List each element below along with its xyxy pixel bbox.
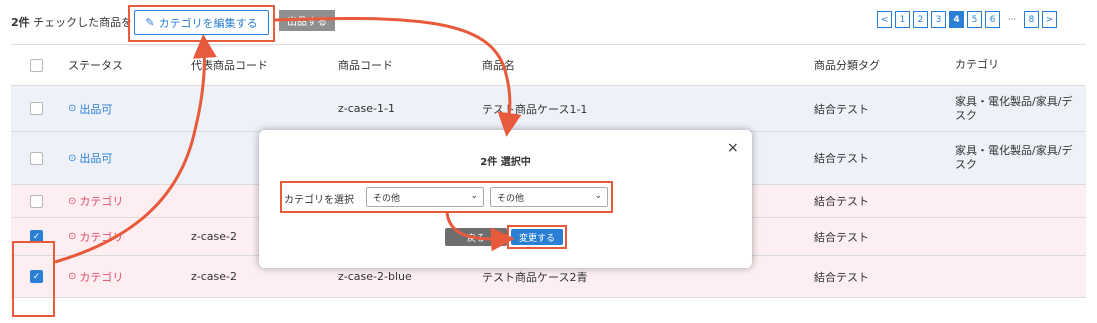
tag-cell: 結合テスト (814, 102, 869, 116)
tag-cell: 結合テスト (814, 230, 869, 244)
table-row: ⊙ 出品可 z-case-1-1 テスト商品ケース1-1 結合テスト 家具・電化製… (11, 86, 1086, 132)
tag-cell: 結合テスト (814, 152, 869, 165)
list-products-button[interactable]: 出品する (279, 10, 335, 31)
selection-count: 2件 (11, 16, 30, 29)
selection-summary: 2件 チェックした商品を (11, 14, 132, 30)
rep-code-cell: z-case-2 (191, 230, 237, 243)
header-status: ステータス (68, 59, 123, 72)
status-badge: ⊙ カテゴリ (68, 270, 124, 284)
status-badge: ⊙ 出品可 (68, 152, 113, 165)
category-select-highlight: カテゴリを選択 その他 ⌄ その他 ⌄ (280, 181, 613, 213)
header-name: 商品名 (482, 59, 515, 72)
pagination-next[interactable]: > (1042, 11, 1057, 28)
row-checkbox[interactable] (30, 194, 43, 208)
change-button-highlight: 変更する (507, 225, 567, 249)
rep-code-cell: z-case-2 (191, 270, 237, 283)
status-badge: ⊙ カテゴリ (68, 195, 124, 208)
back-button[interactable]: 戻る (445, 228, 507, 246)
selection-text: チェックした商品を (33, 16, 133, 29)
header-category: カテゴリ (955, 58, 999, 71)
category-select-primary[interactable]: その他 ⌄ (366, 187, 484, 207)
chevron-down-icon: ⌄ (594, 191, 602, 201)
edit-category-label: カテゴリを編集する (158, 16, 258, 30)
row-checkbox[interactable] (30, 151, 43, 165)
status-badge: ⊙ 出品可 (68, 102, 113, 116)
table-header: ステータス 代表商品コード 商品コード 商品名 商品分類タグ カテゴリ (11, 44, 1086, 86)
edit-category-button[interactable]: ✎ カテゴリを編集する (134, 10, 269, 35)
edit-category-modal: × 2件 選択中 カテゴリを選択 その他 ⌄ その他 ⌄ 戻る 変更する (259, 130, 752, 268)
pagination-page-6[interactable]: 6 (985, 11, 1000, 28)
category-cell (955, 185, 1080, 217)
pagination-page-2[interactable]: 2 (913, 11, 928, 28)
pagination-page-5[interactable]: 5 (967, 11, 982, 28)
status-badge: ⊙ カテゴリ (68, 230, 124, 244)
tag-cell: 結合テスト (814, 195, 869, 208)
chevron-down-icon: ⌄ (470, 191, 478, 201)
pagination-page-4[interactable]: 4 (949, 11, 964, 28)
pagination-page-3[interactable]: 3 (931, 11, 946, 28)
header-rep-code: 代表商品コード (191, 59, 268, 72)
pagination-page-1[interactable]: 1 (895, 11, 910, 28)
pagination-page-last[interactable]: 8 (1024, 11, 1039, 28)
change-button[interactable]: 変更する (511, 229, 563, 245)
toolbar: 2件 チェックした商品を ✎ カテゴリを編集する 出品する < 1 2 3 4 … (0, 0, 1097, 44)
pagination: < 1 2 3 4 5 6 ··· 8 > (877, 11, 1057, 28)
row-checkbox[interactable] (30, 102, 43, 115)
header-code: 商品コード (338, 59, 393, 72)
category-cell: 家具・電化製品/家具/デスク (955, 144, 1073, 171)
edit-category-highlight: ✎ カテゴリを編集する (128, 5, 275, 42)
select-all-checkbox[interactable] (30, 58, 43, 72)
category-select-label: カテゴリを選択 (284, 195, 354, 206)
check-circle-icon: ⊙ (68, 103, 77, 114)
category-select-secondary[interactable]: その他 ⌄ (490, 187, 608, 207)
pagination-prev[interactable]: < (877, 11, 892, 28)
checked-rows-highlight (12, 241, 55, 317)
category-cell: 家具・電化製品/家具/デスク (955, 94, 1073, 122)
edit-icon: ✎ (145, 16, 155, 29)
alert-circle-icon: ⊙ (68, 271, 77, 282)
pagination-ellipsis: ··· (1003, 11, 1021, 28)
code-cell: z-case-1-1 (338, 102, 395, 115)
alert-circle-icon: ⊙ (68, 231, 77, 242)
modal-title: 2件 選択中 (480, 157, 531, 168)
alert-circle-icon: ⊙ (68, 195, 77, 207)
category-cell (955, 218, 1080, 255)
category-cell (955, 256, 1080, 297)
check-circle-icon: ⊙ (68, 152, 77, 164)
header-tag: 商品分類タグ (814, 59, 880, 72)
name-cell: テスト商品ケース1-1 (482, 102, 588, 116)
tag-cell: 結合テスト (814, 270, 869, 284)
